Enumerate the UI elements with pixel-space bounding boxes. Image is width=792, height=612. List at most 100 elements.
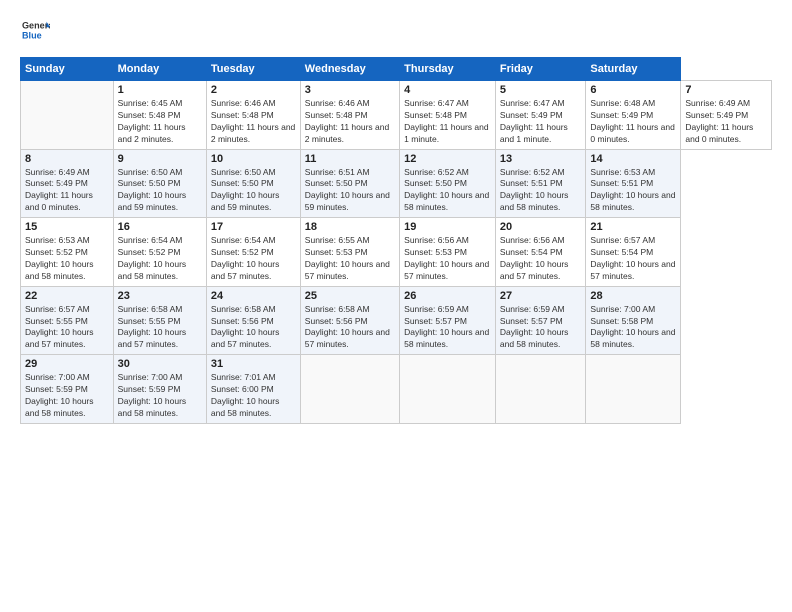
calendar-cell: 1 Sunrise: 6:45 AM Sunset: 5:48 PM Dayli… [113,81,206,150]
day-info: Sunrise: 6:54 AM Sunset: 5:52 PM Dayligh… [118,235,202,283]
svg-text:General: General [22,21,50,31]
calendar-cell: 20 Sunrise: 6:56 AM Sunset: 5:54 PM Dayl… [495,218,586,287]
calendar-cell: 9 Sunrise: 6:50 AM Sunset: 5:50 PM Dayli… [113,149,206,218]
svg-text:Blue: Blue [22,30,42,40]
day-number: 22 [25,290,109,302]
calendar-cell: 3 Sunrise: 6:46 AM Sunset: 5:48 PM Dayli… [300,81,399,150]
day-number: 21 [590,221,676,233]
day-header-monday: Monday [113,58,206,81]
day-number: 17 [211,221,296,233]
calendar-cell: 8 Sunrise: 6:49 AM Sunset: 5:49 PM Dayli… [21,149,114,218]
day-info: Sunrise: 6:49 AM Sunset: 5:49 PM Dayligh… [25,167,109,215]
day-header-sunday: Sunday [21,58,114,81]
day-info: Sunrise: 6:57 AM Sunset: 5:54 PM Dayligh… [590,235,676,283]
day-header-friday: Friday [495,58,586,81]
day-header-thursday: Thursday [400,58,496,81]
day-number: 30 [118,358,202,370]
day-info: Sunrise: 6:45 AM Sunset: 5:48 PM Dayligh… [118,98,202,146]
day-number: 20 [500,221,582,233]
day-info: Sunrise: 6:57 AM Sunset: 5:55 PM Dayligh… [25,304,109,352]
day-info: Sunrise: 6:52 AM Sunset: 5:50 PM Dayligh… [404,167,491,215]
calendar-cell: 30 Sunrise: 7:00 AM Sunset: 5:59 PM Dayl… [113,355,206,424]
empty-cell [21,81,114,150]
calendar-cell: 11 Sunrise: 6:51 AM Sunset: 5:50 PM Dayl… [300,149,399,218]
logo: General Blue [20,16,50,49]
calendar-cell: 16 Sunrise: 6:54 AM Sunset: 5:52 PM Dayl… [113,218,206,287]
calendar-cell: 25 Sunrise: 6:58 AM Sunset: 5:56 PM Dayl… [300,286,399,355]
day-info: Sunrise: 6:50 AM Sunset: 5:50 PM Dayligh… [118,167,202,215]
day-number: 27 [500,290,582,302]
page: General Blue SundayMondayTuesdayWednesda… [0,0,792,612]
day-number: 15 [25,221,109,233]
calendar-cell: 26 Sunrise: 6:59 AM Sunset: 5:57 PM Dayl… [400,286,496,355]
calendar-cell: 10 Sunrise: 6:50 AM Sunset: 5:50 PM Dayl… [206,149,300,218]
calendar-cell: 23 Sunrise: 6:58 AM Sunset: 5:55 PM Dayl… [113,286,206,355]
day-number: 8 [25,153,109,165]
day-info: Sunrise: 7:00 AM Sunset: 5:58 PM Dayligh… [590,304,676,352]
day-info: Sunrise: 6:48 AM Sunset: 5:49 PM Dayligh… [590,98,676,146]
day-number: 29 [25,358,109,370]
calendar-cell: 4 Sunrise: 6:47 AM Sunset: 5:48 PM Dayli… [400,81,496,150]
header: General Blue [20,16,772,49]
day-number: 31 [211,358,296,370]
calendar-cell: 21 Sunrise: 6:57 AM Sunset: 5:54 PM Dayl… [586,218,681,287]
calendar-cell: 31 Sunrise: 7:01 AM Sunset: 6:00 PM Dayl… [206,355,300,424]
day-info: Sunrise: 7:00 AM Sunset: 5:59 PM Dayligh… [118,372,202,420]
calendar-cell: 19 Sunrise: 6:56 AM Sunset: 5:53 PM Dayl… [400,218,496,287]
calendar-cell: 2 Sunrise: 6:46 AM Sunset: 5:48 PM Dayli… [206,81,300,150]
day-number: 1 [118,84,202,96]
day-info: Sunrise: 6:53 AM Sunset: 5:52 PM Dayligh… [25,235,109,283]
day-number: 6 [590,84,676,96]
day-info: Sunrise: 6:46 AM Sunset: 5:48 PM Dayligh… [211,98,296,146]
day-number: 24 [211,290,296,302]
day-header-tuesday: Tuesday [206,58,300,81]
calendar-cell [300,355,399,424]
calendar-cell: 6 Sunrise: 6:48 AM Sunset: 5:49 PM Dayli… [586,81,681,150]
calendar-cell: 5 Sunrise: 6:47 AM Sunset: 5:49 PM Dayli… [495,81,586,150]
day-info: Sunrise: 6:49 AM Sunset: 5:49 PM Dayligh… [685,98,767,146]
day-number: 28 [590,290,676,302]
calendar-cell: 7 Sunrise: 6:49 AM Sunset: 5:49 PM Dayli… [681,81,772,150]
calendar-cell [400,355,496,424]
calendar-cell: 18 Sunrise: 6:55 AM Sunset: 5:53 PM Dayl… [300,218,399,287]
day-number: 7 [685,84,767,96]
calendar-cell: 15 Sunrise: 6:53 AM Sunset: 5:52 PM Dayl… [21,218,114,287]
day-info: Sunrise: 6:47 AM Sunset: 5:49 PM Dayligh… [500,98,582,146]
day-info: Sunrise: 6:51 AM Sunset: 5:50 PM Dayligh… [305,167,395,215]
calendar-cell: 13 Sunrise: 6:52 AM Sunset: 5:51 PM Dayl… [495,149,586,218]
day-number: 3 [305,84,395,96]
day-header-wednesday: Wednesday [300,58,399,81]
day-info: Sunrise: 6:47 AM Sunset: 5:48 PM Dayligh… [404,98,491,146]
day-number: 23 [118,290,202,302]
day-info: Sunrise: 6:58 AM Sunset: 5:56 PM Dayligh… [305,304,395,352]
day-number: 10 [211,153,296,165]
day-info: Sunrise: 6:46 AM Sunset: 5:48 PM Dayligh… [305,98,395,146]
logo-icon: General Blue [22,16,50,44]
day-info: Sunrise: 7:00 AM Sunset: 5:59 PM Dayligh… [25,372,109,420]
day-number: 18 [305,221,395,233]
day-info: Sunrise: 7:01 AM Sunset: 6:00 PM Dayligh… [211,372,296,420]
day-number: 5 [500,84,582,96]
day-number: 25 [305,290,395,302]
day-number: 4 [404,84,491,96]
day-number: 13 [500,153,582,165]
day-info: Sunrise: 6:59 AM Sunset: 5:57 PM Dayligh… [404,304,491,352]
day-info: Sunrise: 6:56 AM Sunset: 5:53 PM Dayligh… [404,235,491,283]
calendar-cell: 27 Sunrise: 6:59 AM Sunset: 5:57 PM Dayl… [495,286,586,355]
day-number: 11 [305,153,395,165]
day-number: 12 [404,153,491,165]
day-info: Sunrise: 6:58 AM Sunset: 5:55 PM Dayligh… [118,304,202,352]
day-info: Sunrise: 6:58 AM Sunset: 5:56 PM Dayligh… [211,304,296,352]
day-info: Sunrise: 6:59 AM Sunset: 5:57 PM Dayligh… [500,304,582,352]
calendar-cell: 22 Sunrise: 6:57 AM Sunset: 5:55 PM Dayl… [21,286,114,355]
day-info: Sunrise: 6:56 AM Sunset: 5:54 PM Dayligh… [500,235,582,283]
calendar-cell: 28 Sunrise: 7:00 AM Sunset: 5:58 PM Dayl… [586,286,681,355]
day-info: Sunrise: 6:55 AM Sunset: 5:53 PM Dayligh… [305,235,395,283]
calendar-cell [586,355,681,424]
calendar-cell [495,355,586,424]
day-number: 26 [404,290,491,302]
day-number: 19 [404,221,491,233]
day-number: 14 [590,153,676,165]
day-number: 9 [118,153,202,165]
day-info: Sunrise: 6:54 AM Sunset: 5:52 PM Dayligh… [211,235,296,283]
